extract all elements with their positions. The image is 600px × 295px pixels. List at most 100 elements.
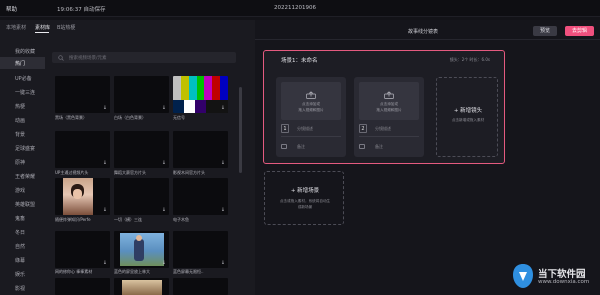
scene-name[interactable]: 场景1：未命名 [281,56,318,64]
shot-card[interactable]: 点击添加或 拖入视频和图片 2 分镜描述 备注 [354,77,424,157]
category-item[interactable]: 王者荣耀 [15,173,35,180]
note-icon [281,144,287,149]
watermark-url: www.downxia.com [538,279,590,285]
category-item[interactable]: 冬日 [15,229,25,236]
color-bars-image [173,76,228,100]
category-item[interactable]: 背景 [15,131,25,138]
search-placeholder: 搜索视频场景/元素 [69,56,107,61]
top-bar: 帮助 19:06:37 自动保存 202211201906 [0,0,600,17]
material-thumbnail[interactable]: ↓ [173,76,228,113]
thumbnail-label: 白场（白色背景） [114,115,146,120]
scene-card[interactable]: 场景1：未命名 镜头：2个 时长：6.0s 点击添加或 拖入视频和图片 1 分镜… [263,50,505,164]
category-item[interactable]: 影视 [15,285,25,292]
thumbnail-label: 黑场（黑色背景） [55,115,87,120]
thumbnail-label: 电子木鱼 [173,217,189,222]
thumbnail-label: 一切（横）三连 [114,217,142,222]
tab-local[interactable]: 本地素材 [6,24,26,31]
shot-note-field[interactable]: 备注 [375,144,383,150]
upload-hint: 点击添加或 [302,102,320,106]
category-item[interactable]: 娱乐 [15,271,25,278]
thumbnail-label: 蓝色屏幕无限恒.. [173,269,204,274]
add-shot-button[interactable]: + 新增镜头 点击新增或拖入素材 [436,77,498,157]
material-thumbnail[interactable] [114,278,169,295]
site-watermark: 当下软件园 www.downxia.com [512,263,598,291]
download-icon[interactable]: ↓ [103,160,107,166]
download-icon[interactable]: ↓ [221,260,225,266]
upload-icon [306,91,316,99]
download-icon[interactable]: ↓ [162,160,166,166]
shot-description-field[interactable]: 分镜描述 [375,126,391,132]
shot-number: 1 [281,124,289,133]
category-item[interactable]: UP必备 [15,75,32,82]
tab-library[interactable]: 素材库 [35,24,50,31]
download-icon[interactable]: ↓ [103,260,107,266]
download-icon[interactable]: ↓ [162,207,166,213]
help-menu[interactable]: 帮助 [6,5,17,13]
category-item[interactable]: 足球盛宴 [15,145,35,152]
material-thumbnail[interactable]: ↓ [114,231,169,268]
category-item[interactable]: 綠幕 [15,257,25,264]
scene-stats: 镜头：2个 时长：6.0s [449,57,490,62]
category-item[interactable]: 原神 [15,159,25,166]
category-item[interactable]: 自然 [15,243,25,250]
material-tabs: 本地素材 素材库 B站热梗 [0,20,257,34]
download-icon[interactable]: ↓ [103,207,107,213]
material-thumbnail[interactable]: ↓ [114,178,169,215]
page-title: 故事线分镜表 [408,29,439,35]
divider [359,136,419,137]
material-thumbnail[interactable]: ↓ [173,131,228,168]
material-thumbnail[interactable]: ↓ [55,178,110,215]
watermark-logo-icon [513,264,533,288]
upload-area[interactable]: 点击添加或 拖入视频和图片 [281,82,341,120]
category-item[interactable]: 游戏 [15,187,25,194]
category-item[interactable]: 鬼畜 [15,215,25,222]
download-icon[interactable]: ↓ [221,160,225,166]
download-icon[interactable]: ↓ [221,105,225,111]
thumbnail-label: 影视木间官方片头 [173,170,205,175]
shot-card[interactable]: 点击添加或 拖入视频和图片 1 分镜描述 备注 [276,77,346,157]
category-item[interactable]: 我的收藏 [15,48,35,55]
download-icon[interactable]: ↓ [103,105,107,111]
download-icon[interactable]: ↓ [221,207,225,213]
shot-note-field[interactable]: 备注 [297,144,305,150]
category-item[interactable]: 英雄联盟 [15,201,35,208]
project-name[interactable]: 202211201906 [274,5,316,11]
storyboard-panel: 故事线分镜表 预览 去剪辑 场景1：未命名 镜头：2个 时长：6.0s 点击添加… [255,20,600,295]
category-item[interactable]: 热梗 [15,103,25,110]
thumbnail-label: 蓝色的屏显放上林大 [114,269,150,274]
material-panel: 本地素材 素材库 B站热梗 我的收藏 热门 UP必备 一键三连 热梗 动画 背景… [0,20,257,295]
material-thumbnail[interactable] [173,278,228,295]
add-shot-hint: 点击新增或拖入素材 [451,118,485,122]
storyboard-header: 故事线分镜表 预览 去剪辑 [255,20,600,40]
material-thumbnail[interactable] [55,278,110,295]
shot-description-field[interactable]: 分镜描述 [297,126,313,132]
category-item-active[interactable]: 热门 [0,57,45,69]
material-thumbnail[interactable]: ↓ [114,76,169,113]
material-thumbnail[interactable]: ↓ [55,231,110,268]
category-list: 我的收藏 热门 UP必备 一键三连 热梗 动画 背景 足球盛宴 原神 王者荣耀 … [0,42,45,295]
tab-bilibili-memes[interactable]: B站热梗 [57,24,75,31]
material-thumbnail[interactable]: ↓ [173,178,228,215]
download-icon[interactable]: ↓ [162,105,166,111]
upload-hint: 拖入视频和图片 [298,108,324,112]
material-thumbnail[interactable]: ↓ [55,131,110,168]
thumbnail-label: 无信号 [173,115,185,120]
material-thumbnail[interactable]: ↓ [55,76,110,113]
category-item[interactable]: 一键三连 [15,89,35,96]
thumbnail-label: 舞蹈大赛官方片头 [114,170,146,175]
preview-button[interactable]: 预览 [533,26,557,36]
search-input[interactable]: 搜索视频场景/元素 [52,52,236,63]
divider [281,136,341,137]
material-thumbnail[interactable]: ↓ [173,231,228,268]
photo-image [122,280,162,295]
scrollbar[interactable] [239,87,242,173]
upload-area[interactable]: 点击添加或 拖入视频和图片 [359,82,419,120]
shot-number: 2 [359,124,367,133]
thumbnail-label: 随便炸弹知识/Perfe [55,217,91,222]
download-icon[interactable]: ↓ [162,260,166,266]
export-button[interactable]: 去剪辑 [565,26,594,36]
category-item[interactable]: 动画 [15,117,25,124]
material-thumbnail[interactable]: ↓ [114,131,169,168]
thumbnail-label: 网的修你心 棒棒素材 [55,269,93,274]
add-scene-button[interactable]: + 新增场景 点击或拖入素材，系统将自动生 成新场景 [264,171,344,225]
